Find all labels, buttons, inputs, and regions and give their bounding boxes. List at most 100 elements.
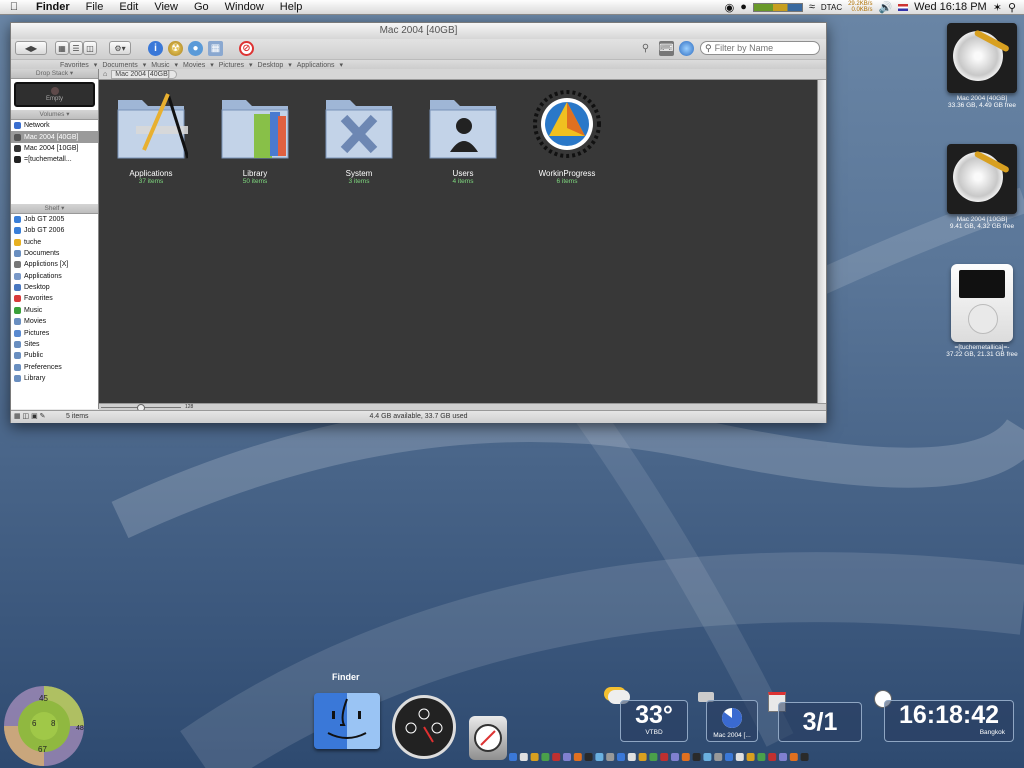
apple-menu-icon[interactable]:  — [0, 1, 28, 13]
flag-icon[interactable] — [898, 3, 909, 11]
window-titlebar[interactable]: Mac 2004 [40GB] — [11, 23, 826, 39]
menu-go[interactable]: Go — [186, 1, 217, 13]
item-library[interactable]: Library 50 items — [213, 86, 297, 185]
icon-view-button[interactable]: ▦ — [55, 41, 69, 55]
globe-icon[interactable] — [679, 41, 694, 56]
desktop-ipod[interactable]: =[tuchemetallica]=- 37.22 GB, 21.31 GB f… — [942, 264, 1022, 358]
dock-mini-icon[interactable] — [519, 753, 528, 761]
dock-mini-icon[interactable] — [692, 753, 701, 761]
dock-small-icons[interactable] — [505, 752, 815, 764]
dock-mini-icon[interactable] — [606, 753, 615, 761]
dock-mini-icon[interactable] — [584, 753, 593, 761]
bluetooth-icon[interactable]: ✶ — [993, 1, 1002, 14]
sync-icon[interactable]: ◉ — [725, 1, 735, 14]
dock-mini-icon[interactable] — [671, 753, 679, 761]
dock-mini-icon[interactable] — [649, 753, 658, 761]
dock-mini-icon[interactable] — [681, 753, 690, 761]
volume-icon[interactable]: 🔊 — [878, 1, 892, 14]
dock-mini-icon[interactable] — [768, 753, 777, 761]
shelf-item[interactable]: tuche — [11, 236, 98, 247]
dock-mini-icon[interactable] — [541, 753, 550, 761]
shelf-item[interactable]: Applictions [X] — [11, 259, 98, 270]
fav-documents[interactable]: Documents — [97, 62, 142, 69]
menu-clock[interactable]: Wed 16:18 PM — [914, 1, 987, 13]
dock-dashboard[interactable] — [392, 695, 456, 759]
dock-mini-icon[interactable] — [735, 753, 744, 761]
fav-movies[interactable]: Movies — [178, 62, 210, 69]
search-input[interactable] — [711, 43, 811, 53]
path-crumb[interactable]: Mac 2004 [40GB] — [111, 69, 177, 79]
icon-size-slider[interactable] — [101, 404, 181, 412]
action-gear-button[interactable]: ⚙▾ — [109, 41, 131, 55]
drop-stack-area[interactable]: Empty — [14, 82, 95, 107]
magnifier-icon[interactable]: ⚲ — [638, 41, 653, 56]
keyboard-icon[interactable]: ⌨ — [659, 41, 674, 56]
dock-mini-icon[interactable] — [617, 753, 625, 761]
menu-file[interactable]: File — [78, 1, 112, 13]
dock-mini-icon[interactable] — [800, 753, 809, 761]
item-users[interactable]: Users 4 items — [421, 86, 505, 185]
stop-icon[interactable]: ⊘ — [239, 41, 254, 56]
back-forward-button[interactable]: ◀▶ — [15, 41, 47, 55]
weather-widget[interactable]: 33° VTBD — [620, 700, 688, 742]
shelf-item[interactable]: Library — [11, 373, 98, 384]
dock-mini-icon[interactable] — [563, 753, 571, 761]
globe-network-icon[interactable]: ● — [188, 41, 203, 56]
shelf-item[interactable]: Desktop — [11, 282, 98, 293]
item-applications[interactable]: Applications 37 items — [109, 86, 193, 185]
menu-edit[interactable]: Edit — [111, 1, 146, 13]
shelf-item[interactable]: Job GT 2005 — [11, 214, 98, 225]
item-workinprogress[interactable]: WorkinProgress 6 items — [525, 86, 609, 185]
drop-stack-header[interactable]: Drop Stack ▾ — [11, 69, 98, 79]
fav-applications[interactable]: Applications — [292, 62, 340, 69]
dock-mini-icon[interactable] — [725, 753, 733, 761]
vertical-scrollbar[interactable] — [817, 80, 826, 403]
burn-icon[interactable]: ☢ — [168, 41, 183, 56]
spotlight-icon[interactable]: ⚲ — [1008, 1, 1016, 14]
dock-mini-icon[interactable] — [757, 753, 766, 761]
volume-item[interactable]: Mac 2004 [40GB] — [11, 131, 98, 143]
shelf-item[interactable]: Applications — [11, 271, 98, 282]
dock-mini-icon[interactable] — [573, 753, 582, 761]
menu-help[interactable]: Help — [272, 1, 311, 13]
signal-icon[interactable]: ≈ — [809, 1, 815, 13]
window-toggle-icon[interactable]: ▦ — [208, 41, 223, 56]
list-view-button[interactable]: ☰ — [69, 41, 83, 55]
dock-mini-icon[interactable] — [530, 753, 539, 761]
shelf-item[interactable]: Job GT 2006 — [11, 225, 98, 236]
dock-mini-icon[interactable] — [746, 753, 755, 761]
carrier-label[interactable]: DTAC — [821, 3, 842, 12]
dock-mini-icon[interactable] — [789, 753, 798, 761]
volume-item[interactable]: Network — [11, 120, 98, 131]
info-icon[interactable]: i — [148, 41, 163, 56]
fav-pictures[interactable]: Pictures — [214, 62, 249, 69]
home-icon[interactable]: ⌂ — [99, 71, 111, 78]
shelf-item[interactable]: Favorites — [11, 293, 98, 304]
volumes-header[interactable]: Volumes ▾ — [11, 110, 98, 120]
dock-mini-icon[interactable] — [595, 753, 604, 761]
icon-view-area[interactable]: Applications 37 items Library 50 items S… — [99, 80, 817, 403]
drive-widget[interactable]: Mac 2004 [... — [706, 700, 758, 742]
dock-mini-icon[interactable] — [627, 753, 636, 761]
menu-view[interactable]: View — [146, 1, 186, 13]
volume-item[interactable]: Mac 2004 [10GB] — [11, 143, 98, 154]
dock-compass[interactable] — [469, 716, 507, 760]
fav-desktop[interactable]: Desktop — [253, 62, 289, 69]
date-widget[interactable]: 3/1 — [778, 702, 862, 742]
dock-mini-icon[interactable] — [660, 753, 669, 761]
shelf-item[interactable]: Pictures — [11, 327, 98, 338]
activity-icon[interactable]: ● — [740, 1, 747, 13]
shelf-item[interactable]: Movies — [11, 316, 98, 327]
fav-music[interactable]: Music — [146, 62, 174, 69]
shelf-item[interactable]: Preferences — [11, 362, 98, 373]
clock-widget[interactable]: 16:18:42 Bangkok — [884, 700, 1014, 742]
column-view-button[interactable]: ◫ — [83, 41, 97, 55]
dock-mini-icon[interactable] — [779, 753, 787, 761]
menu-app-name[interactable]: Finder — [28, 1, 78, 13]
item-system[interactable]: System 3 items — [317, 86, 401, 185]
menu-window[interactable]: Window — [217, 1, 272, 13]
volume-item[interactable]: =[tuchemetall... — [11, 154, 98, 165]
cpu-meter[interactable] — [752, 2, 803, 12]
dock-mini-icon[interactable] — [703, 753, 712, 761]
dock-mini-icon[interactable] — [714, 753, 723, 761]
